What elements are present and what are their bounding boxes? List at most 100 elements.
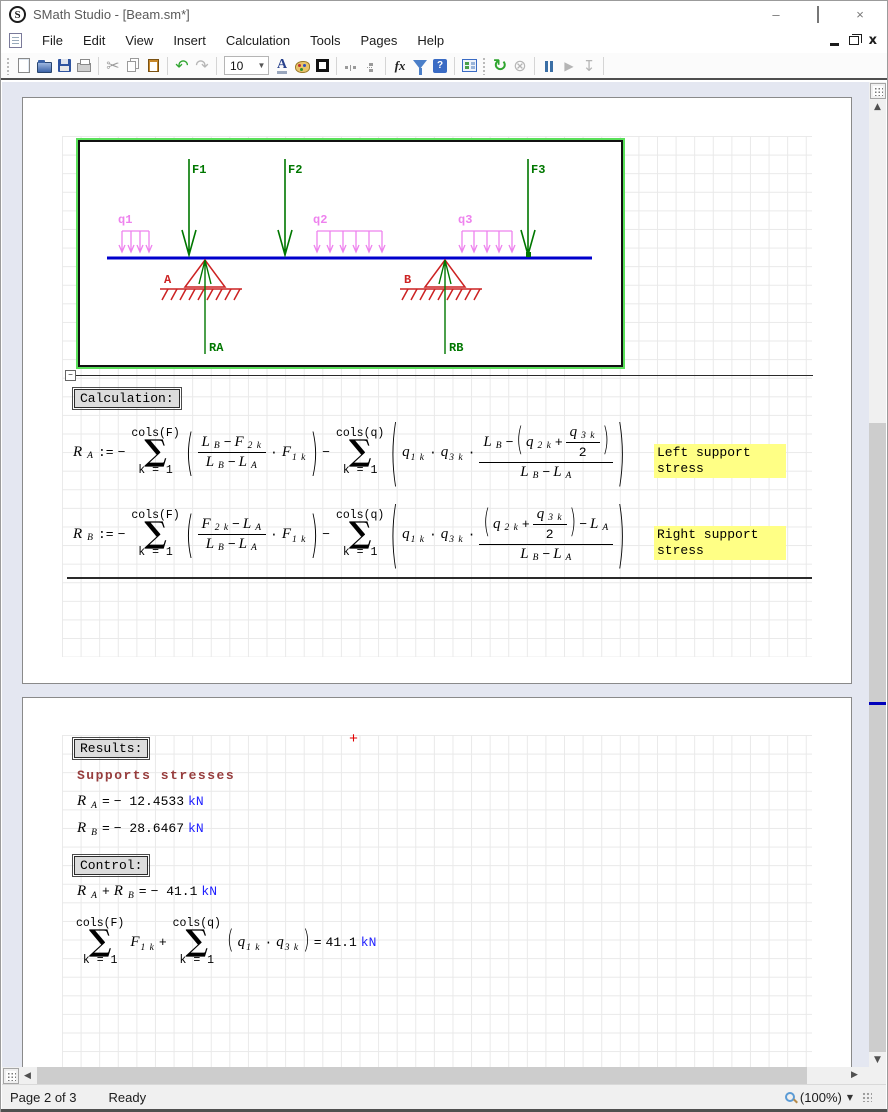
paren: ) xyxy=(617,502,625,567)
scroll-down-icon[interactable]: ▼ xyxy=(869,1052,886,1068)
run-icon: ▶ xyxy=(559,56,579,76)
worksheet-canvas[interactable]: F1 F2 F3 q1 q2 q3 A B RA RB − Calculatio… xyxy=(2,82,869,1068)
paren: ) xyxy=(617,420,625,485)
font-size-combo[interactable]: 10 ▼ xyxy=(224,56,269,75)
menu-pages[interactable]: Pages xyxy=(351,30,408,51)
function-icon[interactable]: fx xyxy=(390,56,410,76)
reaction-label-rb: RB xyxy=(449,341,463,355)
minimize-button[interactable]: – xyxy=(769,7,783,22)
op: · xyxy=(468,445,476,460)
op: := xyxy=(98,445,114,460)
note-left-support[interactable]: Left support stress xyxy=(654,444,786,478)
horizontal-spacing-icon[interactable] xyxy=(341,56,361,76)
results-subtitle[interactable]: Supports stresses xyxy=(77,768,235,783)
menu-tools[interactable]: Tools xyxy=(300,30,350,51)
toolbar-grip[interactable] xyxy=(6,57,11,75)
recalculate-icon[interactable]: ↻ xyxy=(490,56,510,76)
window-title: SMath Studio - [Beam.sm*] xyxy=(33,7,190,22)
page-grid-button[interactable] xyxy=(3,1068,19,1084)
page-select-button[interactable] xyxy=(870,83,886,99)
sum-f: cols(F) ∑ k = 1 xyxy=(74,918,126,967)
paste-icon[interactable] xyxy=(143,56,163,76)
zoom-level[interactable]: (100%) xyxy=(800,1090,842,1105)
snapshot-table-icon[interactable] xyxy=(459,56,479,76)
menu-insert[interactable]: Insert xyxy=(163,30,216,51)
scroll-left-icon[interactable]: ◀ xyxy=(19,1068,36,1084)
status-text: Ready xyxy=(109,1090,147,1105)
control-check-formula[interactable]: cols(F) ∑ k = 1 F1 k + cols(q) ∑ k = 1 (… xyxy=(74,910,376,974)
var: R xyxy=(73,527,82,542)
force-f3-anchor xyxy=(526,252,531,257)
control-section-label[interactable]: Control: xyxy=(74,856,148,875)
redo-icon[interactable]: ↷ xyxy=(192,56,212,76)
sum-f: cols(F) ∑ k = 1 xyxy=(129,510,181,559)
note-right-support[interactable]: Right support stress xyxy=(654,526,786,560)
mdi-close-button[interactable]: x xyxy=(869,34,877,47)
vertical-spacing-icon[interactable] xyxy=(361,56,381,76)
paren: ( xyxy=(186,512,194,557)
toolbar-grip-2[interactable] xyxy=(482,57,487,75)
section-collapse-toggle[interactable]: − xyxy=(65,370,76,381)
zoom-dropdown-icon[interactable]: ▼ xyxy=(847,1093,853,1102)
calculation-section-label[interactable]: Calculation: xyxy=(74,389,180,408)
horizontal-scroll-thumb[interactable] xyxy=(37,1067,807,1084)
vertical-scroll-thumb[interactable] xyxy=(869,423,886,1052)
op: − xyxy=(322,445,330,460)
force-label-f1: F1 xyxy=(192,163,206,177)
cut-icon[interactable]: ✂ xyxy=(103,56,123,76)
formula-rb[interactable]: RB := − cols(F) ∑ k = 1 ( F2 k−LA LB−LA … xyxy=(73,496,625,572)
font-size-dropdown-icon[interactable]: ▼ xyxy=(255,61,268,70)
menu-calculation[interactable]: Calculation xyxy=(216,30,300,51)
horizontal-scrollbar[interactable]: ◀ ▶ xyxy=(2,1067,869,1084)
beam-diagram[interactable]: F1 F2 F3 q1 q2 q3 A B RA RB xyxy=(78,140,623,367)
scrollbar-corner xyxy=(869,1067,886,1084)
print-icon[interactable] xyxy=(74,56,94,76)
page-grid xyxy=(62,735,812,1068)
paren: ) xyxy=(310,430,318,475)
results-section-label[interactable]: Results: xyxy=(74,739,148,758)
maximize-button[interactable] xyxy=(817,6,819,23)
worksheet-page-1[interactable]: F1 F2 F3 q1 q2 q3 A B RA RB − Calculatio… xyxy=(22,97,852,684)
border-icon[interactable] xyxy=(312,56,332,76)
sum-q: cols(q) ∑ k = 1 xyxy=(171,918,223,967)
section-bottom-line xyxy=(67,577,812,579)
scroll-right-icon[interactable]: ▶ xyxy=(846,1067,863,1083)
section-top-line xyxy=(76,375,813,376)
control-sum-line[interactable]: RA + RB = − 41.1 kN xyxy=(77,884,217,899)
menu-help[interactable]: Help xyxy=(407,30,454,51)
scroll-up-icon[interactable]: ▲ xyxy=(869,99,886,115)
app-logo-icon: S xyxy=(9,6,26,23)
undo-icon[interactable]: ↶ xyxy=(172,56,192,76)
fraction: ( q2 k+ q3 k2 ) −LA LB−LA xyxy=(479,507,613,562)
help-reference-icon[interactable]: ? xyxy=(430,56,450,76)
open-icon[interactable] xyxy=(34,56,54,76)
new-icon[interactable] xyxy=(14,56,34,76)
font-size-value[interactable]: 10 xyxy=(225,59,255,73)
menu-edit[interactable]: Edit xyxy=(73,30,115,51)
background-color-icon[interactable] xyxy=(292,56,312,76)
mdi-minimize-button[interactable] xyxy=(830,43,839,46)
op: · xyxy=(270,527,278,542)
scrollbar-page-marker xyxy=(869,702,886,705)
filter-funnel-icon[interactable] xyxy=(410,56,430,76)
paren: ( xyxy=(390,420,398,485)
font-color-icon[interactable]: A xyxy=(272,56,292,76)
menu-view[interactable]: View xyxy=(115,30,163,51)
document-icon[interactable] xyxy=(9,33,22,48)
pause-icon[interactable] xyxy=(539,56,559,76)
formula-ra[interactable]: RA := − cols(F) ∑ k = 1 ( LB−F2 k LB−LA … xyxy=(73,414,625,490)
save-icon[interactable] xyxy=(54,56,74,76)
menu-file[interactable]: File xyxy=(32,30,73,51)
result-rb[interactable]: RB = − 28.6467 kN xyxy=(77,821,204,836)
worksheet-page-2[interactable]: + Results: Supports stresses RA = − 12.4… xyxy=(22,697,852,1068)
result-ra[interactable]: RA = − 12.4533 kN xyxy=(77,794,204,809)
vertical-scrollbar[interactable]: ▲ ▼ xyxy=(869,82,886,1068)
resize-grip[interactable] xyxy=(862,1092,872,1102)
copy-icon[interactable] xyxy=(123,56,143,76)
zoom-magnifier-icon[interactable] xyxy=(785,1092,795,1102)
close-button[interactable]: × xyxy=(853,7,867,22)
sum-q: cols(q) ∑ k = 1 xyxy=(334,428,386,477)
mdi-restore-button[interactable] xyxy=(849,36,859,45)
fraction: LB− ( q2 k+ q3 k2 ) LB−LA xyxy=(479,425,613,480)
paren: ) xyxy=(310,512,318,557)
